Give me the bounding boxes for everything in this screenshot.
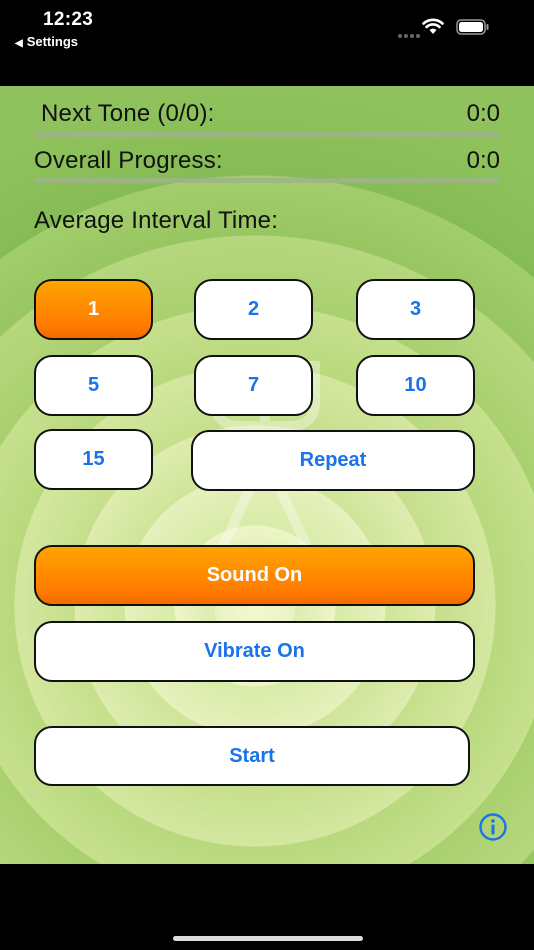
overall-progress-label: Overall Progress: xyxy=(34,147,223,174)
interval-button-3[interactable]: 3 xyxy=(356,279,475,340)
battery-icon xyxy=(456,19,489,35)
main-panel: Next Tone (0/0): 0:0 Overall Progress: 0… xyxy=(0,86,534,864)
overall-progress-bar xyxy=(34,178,500,183)
interval-button-2[interactable]: 2 xyxy=(194,279,313,340)
repeat-button[interactable]: Repeat xyxy=(191,430,475,491)
next-tone-value: 0:0 xyxy=(466,100,500,127)
interval-button-5[interactable]: 5 xyxy=(34,355,153,416)
next-tone-progress-bar xyxy=(34,132,500,137)
signal-dots-icon xyxy=(398,25,424,38)
sound-toggle-button[interactable]: Sound On xyxy=(34,545,475,606)
interval-button-7[interactable]: 7 xyxy=(194,355,313,416)
status-time: 12:23 xyxy=(43,9,94,30)
back-arrow-icon: ◀ xyxy=(15,38,23,49)
status-bar: 12:23 ◀ Settings xyxy=(0,0,534,60)
back-to-settings-link[interactable]: ◀ Settings xyxy=(15,34,78,49)
next-tone-label: Next Tone (0/0): xyxy=(41,100,215,127)
average-interval-label: Average Interval Time: xyxy=(34,207,279,234)
interval-button-10[interactable]: 10 xyxy=(356,355,475,416)
info-icon[interactable] xyxy=(479,813,507,841)
interval-button-1[interactable]: 1 xyxy=(34,279,153,340)
interval-button-15[interactable]: 15 xyxy=(34,429,153,490)
home-indicator[interactable] xyxy=(173,936,363,941)
back-link-label: Settings xyxy=(26,34,78,49)
overall-progress-value: 0:0 xyxy=(466,147,500,174)
start-button[interactable]: Start xyxy=(34,726,470,786)
vibrate-toggle-button[interactable]: Vibrate On xyxy=(34,621,475,682)
wifi-icon xyxy=(422,18,444,34)
